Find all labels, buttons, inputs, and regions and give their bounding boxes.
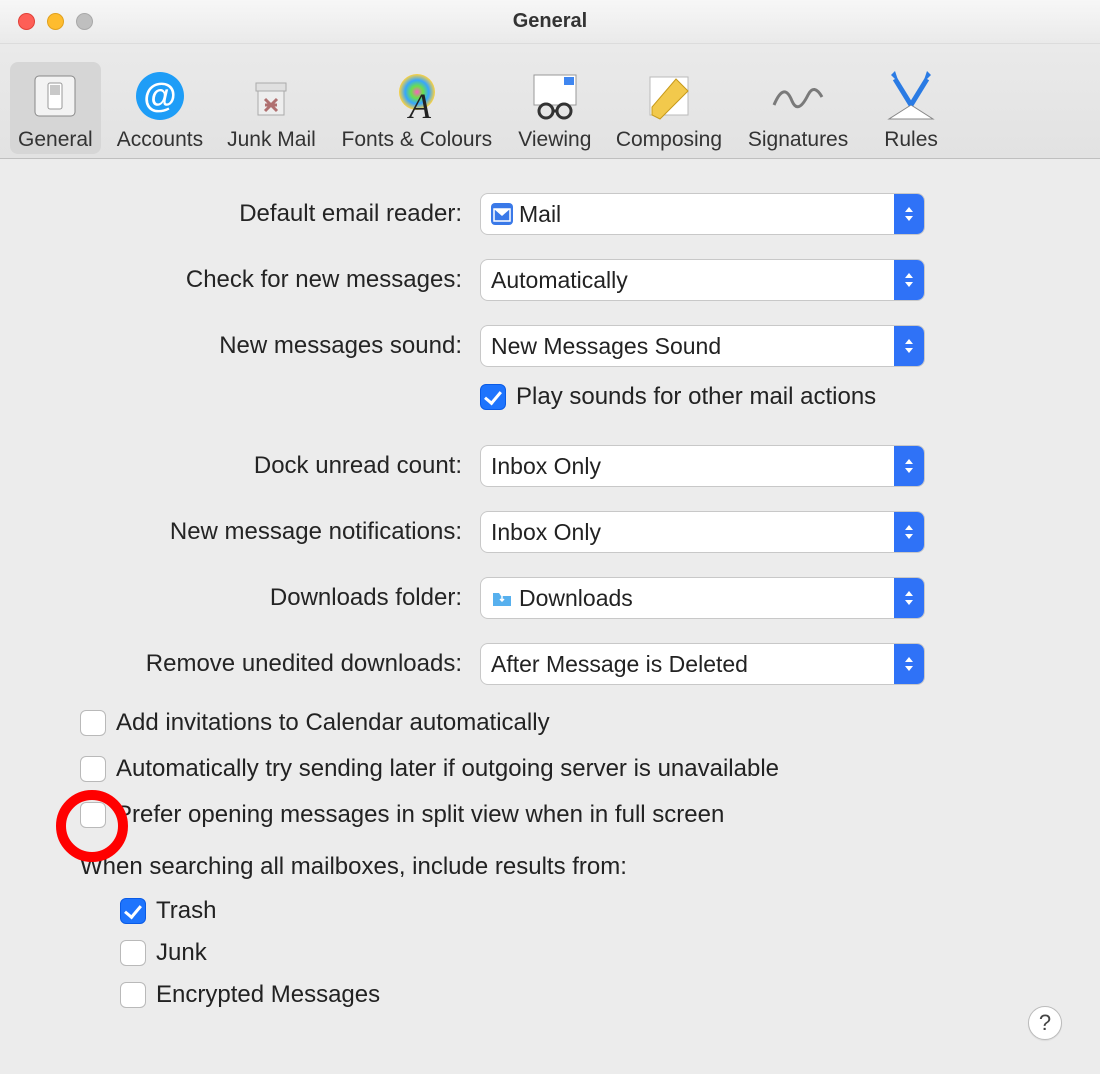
search-encrypted-checkbox[interactable] bbox=[120, 982, 146, 1008]
select-value: New Messages Sound bbox=[491, 333, 894, 360]
dock-unread-label: Dock unread count: bbox=[80, 452, 480, 480]
svg-text:A: A bbox=[407, 86, 432, 122]
check-label: Junk bbox=[156, 939, 207, 967]
check-label: Automatically try sending later if outgo… bbox=[116, 755, 779, 783]
default-reader-select[interactable]: Mail bbox=[480, 193, 925, 235]
window-title: General bbox=[0, 10, 1100, 33]
select-value: Inbox Only bbox=[491, 453, 894, 480]
tab-label: Composing bbox=[616, 128, 722, 152]
tab-junk-mail[interactable]: Junk Mail bbox=[219, 62, 324, 154]
help-button[interactable]: ? bbox=[1028, 1006, 1062, 1040]
at-icon: @ bbox=[134, 68, 186, 124]
check-messages-select[interactable]: Automatically bbox=[480, 259, 925, 301]
tab-label: Signatures bbox=[748, 128, 848, 152]
play-sounds-label: Play sounds for other mail actions bbox=[516, 383, 876, 411]
tab-label: Rules bbox=[884, 128, 938, 152]
check-label: Encrypted Messages bbox=[156, 981, 380, 1009]
select-value: Mail bbox=[519, 201, 894, 228]
sound-select[interactable]: New Messages Sound bbox=[480, 325, 925, 367]
check-label: Add invitations to Calendar automaticall… bbox=[116, 709, 550, 737]
tab-signatures[interactable]: Signatures bbox=[738, 62, 858, 154]
default-reader-label: Default email reader: bbox=[80, 200, 480, 228]
prefer-split-view-checkbox[interactable] bbox=[80, 802, 106, 828]
tab-label: Viewing bbox=[518, 128, 591, 152]
add-invitations-checkbox[interactable] bbox=[80, 710, 106, 736]
preferences-toolbar: General @ Accounts Junk Mail A Fonts & C… bbox=[0, 44, 1100, 159]
compose-icon bbox=[644, 68, 694, 124]
notifications-label: New message notifications: bbox=[80, 518, 480, 546]
check-row: Automatically try sending later if outgo… bbox=[80, 755, 1020, 783]
tab-fonts-colours[interactable]: A Fonts & Colours bbox=[332, 62, 502, 154]
tab-viewing[interactable]: Viewing bbox=[510, 62, 600, 154]
search-include-row: Encrypted Messages bbox=[120, 981, 1020, 1009]
viewing-icon bbox=[528, 68, 582, 124]
remove-downloads-label: Remove unedited downloads: bbox=[80, 650, 480, 678]
folder-icon bbox=[491, 587, 513, 609]
tab-label: Fonts & Colours bbox=[342, 128, 493, 152]
check-label: Trash bbox=[156, 897, 216, 925]
chevron-updown-icon bbox=[894, 578, 924, 618]
general-preferences: Default email reader: Mail Check for new… bbox=[0, 159, 1100, 1053]
search-junk-checkbox[interactable] bbox=[120, 940, 146, 966]
notifications-select[interactable]: Inbox Only bbox=[480, 511, 925, 553]
trash-icon bbox=[246, 68, 296, 124]
remove-downloads-select[interactable]: After Message is Deleted bbox=[480, 643, 925, 685]
downloads-folder-label: Downloads folder: bbox=[80, 584, 480, 612]
rules-icon bbox=[883, 68, 939, 124]
search-include-row: Trash bbox=[120, 897, 1020, 925]
tab-general[interactable]: General bbox=[10, 62, 101, 154]
tab-label: Junk Mail bbox=[227, 128, 316, 152]
chevron-updown-icon bbox=[894, 260, 924, 300]
tab-accounts[interactable]: @ Accounts bbox=[109, 62, 211, 154]
fonts-icon: A bbox=[389, 68, 445, 124]
switch-icon bbox=[30, 68, 80, 124]
play-sounds-checkbox[interactable] bbox=[480, 384, 506, 410]
search-trash-checkbox[interactable] bbox=[120, 898, 146, 924]
auto-send-later-checkbox[interactable] bbox=[80, 756, 106, 782]
chevron-updown-icon bbox=[894, 644, 924, 684]
svg-text:@: @ bbox=[143, 77, 176, 115]
check-row: Add invitations to Calendar automaticall… bbox=[80, 709, 1020, 737]
sound-label: New messages sound: bbox=[80, 332, 480, 360]
search-include-row: Junk bbox=[120, 939, 1020, 967]
select-value: Inbox Only bbox=[491, 519, 894, 546]
check-messages-label: Check for new messages: bbox=[80, 266, 480, 294]
signature-icon bbox=[768, 68, 828, 124]
tab-composing[interactable]: Composing bbox=[608, 62, 730, 154]
search-heading: When searching all mailboxes, include re… bbox=[80, 853, 1020, 881]
mail-app-icon bbox=[491, 203, 513, 225]
dock-unread-select[interactable]: Inbox Only bbox=[480, 445, 925, 487]
chevron-updown-icon bbox=[894, 446, 924, 486]
chevron-updown-icon bbox=[894, 194, 924, 234]
downloads-folder-select[interactable]: Downloads bbox=[480, 577, 925, 619]
chevron-updown-icon bbox=[894, 326, 924, 366]
select-value: Automatically bbox=[491, 267, 894, 294]
select-value: Downloads bbox=[519, 585, 894, 612]
check-label: Prefer opening messages in split view wh… bbox=[116, 801, 724, 829]
check-row: Prefer opening messages in split view wh… bbox=[80, 801, 1020, 829]
tab-rules[interactable]: Rules bbox=[866, 62, 956, 154]
chevron-updown-icon bbox=[894, 512, 924, 552]
titlebar: General bbox=[0, 0, 1100, 44]
select-value: After Message is Deleted bbox=[491, 651, 894, 678]
tab-label: Accounts bbox=[117, 128, 203, 152]
tab-label: General bbox=[18, 128, 93, 152]
